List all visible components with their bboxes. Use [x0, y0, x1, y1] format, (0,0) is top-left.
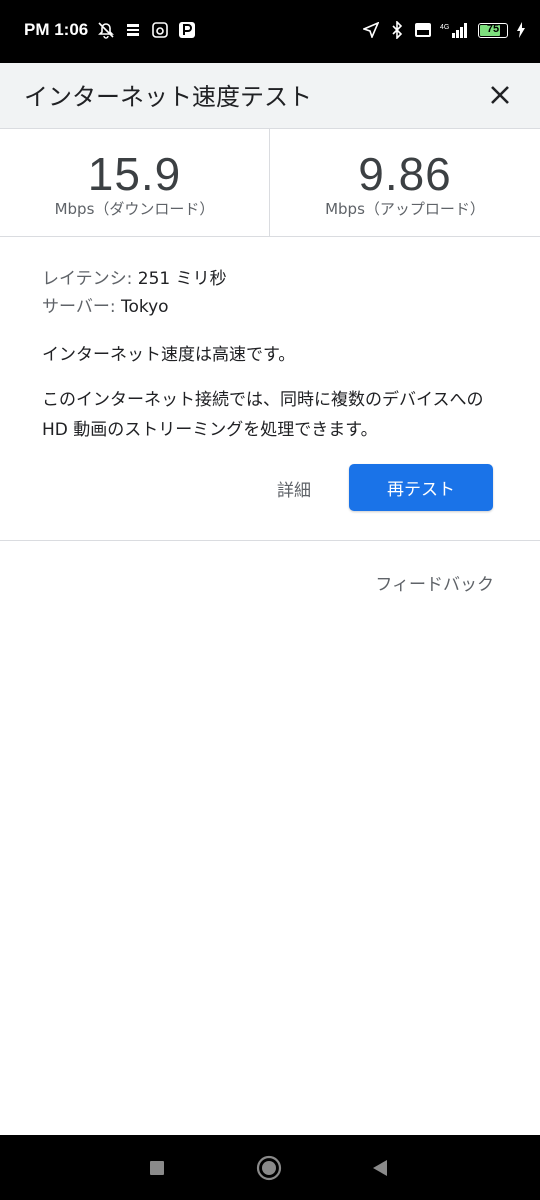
- app-icon: [151, 21, 169, 39]
- bluetooth-icon: [388, 21, 406, 39]
- volte-icon: [414, 21, 432, 39]
- recent-apps-button[interactable]: [127, 1135, 187, 1200]
- download-result: 15.9 Mbps（ダウンロード）: [0, 129, 270, 236]
- download-speed-value: 15.9: [87, 148, 182, 200]
- latency-value: 251 ミリ秒: [132, 269, 227, 289]
- back-triangle-icon: [373, 1159, 387, 1176]
- navigation-bar: [0, 1135, 540, 1200]
- close-icon: [491, 86, 509, 104]
- server-value: Tokyo: [115, 297, 169, 317]
- speed-results: 15.9 Mbps（ダウンロード） 9.86 Mbps（アップロード）: [0, 129, 540, 237]
- page-title: インターネット速度テスト: [24, 83, 312, 111]
- feedback-link[interactable]: フィードバック: [375, 570, 494, 595]
- alarm-off-icon: [97, 21, 115, 39]
- speed-description: このインターネット接続では、同時に複数のデバイスへの HD 動画のストリーミング…: [42, 390, 484, 440]
- square-icon: [150, 1160, 164, 1175]
- upload-speed-label: Mbps（アップロード）: [325, 200, 485, 218]
- signal-4g-icon: 4G: [440, 21, 470, 39]
- server-row: サーバー: Tokyo: [42, 293, 512, 321]
- connection-details: レイテンシ: 251 ミリ秒 サーバー: Tokyo: [42, 265, 512, 321]
- paypay-icon: [178, 21, 196, 39]
- home-button[interactable]: [239, 1135, 299, 1200]
- details-link[interactable]: 詳細: [277, 476, 311, 501]
- upload-speed-value: 9.86: [358, 148, 452, 200]
- close-button[interactable]: [480, 75, 520, 115]
- back-button[interactable]: [350, 1135, 410, 1200]
- notification-icon: [124, 21, 142, 39]
- divider: [0, 540, 540, 541]
- server-label: サーバー:: [42, 297, 116, 317]
- latency-label: レイテンシ:: [42, 269, 133, 289]
- battery-level: 75: [486, 22, 500, 35]
- battery-indicator: 75: [478, 22, 508, 38]
- upload-result: 9.86 Mbps（アップロード）: [270, 129, 540, 236]
- header-bar: インターネット速度テスト: [0, 63, 540, 129]
- status-time: PM 1:06: [24, 20, 89, 39]
- location-icon: [362, 21, 380, 39]
- speed-status-text: インターネット速度は高速です。: [42, 345, 296, 365]
- download-speed-label: Mbps（ダウンロード）: [54, 200, 215, 218]
- status-bar: PM 1:06 4G 75: [0, 0, 540, 63]
- svg-text:4G: 4G: [440, 24, 449, 31]
- retest-button[interactable]: 再テスト: [349, 464, 493, 511]
- circle-icon: [256, 1155, 282, 1180]
- latency-row: レイテンシ: 251 ミリ秒: [42, 265, 512, 293]
- charging-icon: [516, 21, 526, 39]
